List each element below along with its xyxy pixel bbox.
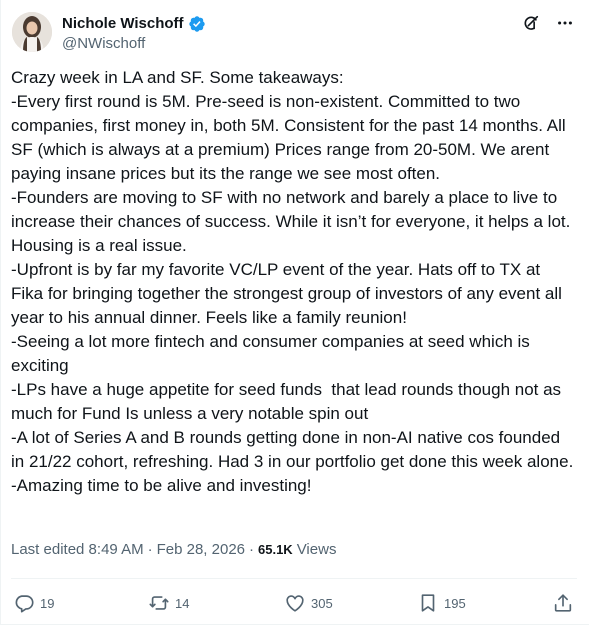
edited-time[interactable]: Last edited 8:49 AM bbox=[11, 540, 144, 560]
post-date[interactable]: Feb 28, 2026 bbox=[157, 540, 245, 560]
like-button[interactable]: 305 bbox=[284, 590, 333, 616]
author-name-row: Nichole Wischoff bbox=[62, 14, 206, 34]
top-actions bbox=[521, 13, 575, 33]
bookmark-button[interactable]: 195 bbox=[417, 590, 466, 616]
reply-button[interactable]: 19 bbox=[13, 590, 54, 616]
post-meta: Last edited 8:49 AM · Feb 28, 2026 · 65.… bbox=[11, 540, 336, 560]
tweet-card: Nichole Wischoff @NWischoff Crazy week i… bbox=[0, 0, 589, 625]
action-bar: 19 14 305 195 bbox=[1, 590, 589, 616]
share-button[interactable] bbox=[552, 590, 574, 616]
like-icon bbox=[284, 592, 306, 614]
grok-icon[interactable] bbox=[521, 13, 541, 33]
avatar[interactable] bbox=[12, 12, 52, 52]
meta-separator: · bbox=[249, 541, 254, 558]
post-text: Crazy week in LA and SF. Some takeaways:… bbox=[11, 68, 574, 495]
bookmark-icon bbox=[417, 592, 439, 614]
views-label: Views bbox=[296, 541, 337, 558]
repost-count: 14 bbox=[175, 595, 190, 611]
like-count: 305 bbox=[311, 595, 333, 611]
reply-icon bbox=[13, 592, 35, 614]
bookmark-count: 195 bbox=[444, 595, 466, 611]
divider bbox=[11, 578, 577, 579]
reply-count: 19 bbox=[40, 595, 55, 611]
more-icon[interactable] bbox=[555, 13, 575, 33]
verified-badge-icon bbox=[188, 15, 206, 33]
views-count: 65.1K bbox=[258, 542, 293, 557]
author-display-name[interactable]: Nichole Wischoff bbox=[62, 14, 184, 34]
author-handle[interactable]: @NWischoff bbox=[62, 34, 145, 54]
share-icon bbox=[552, 592, 574, 614]
meta-separator: · bbox=[147, 541, 153, 558]
repost-button[interactable]: 14 bbox=[148, 590, 189, 616]
repost-icon bbox=[148, 592, 170, 614]
